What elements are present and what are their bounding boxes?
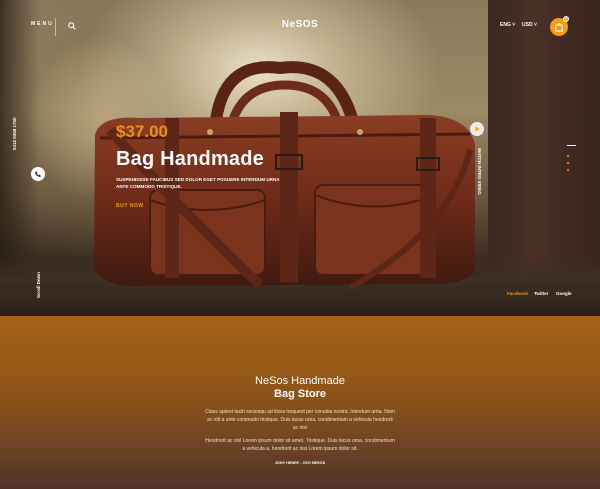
menu-label: MENU — [31, 21, 54, 27]
product-price: $37.00 — [116, 122, 168, 141]
chevron-down-icon: ˅ — [533, 22, 537, 28]
buy-now-button[interactable]: BUY NOW — [116, 203, 144, 209]
phone-number[interactable]: 0412 6368 1760 — [12, 117, 17, 150]
social-facebook[interactable]: Facebook — [507, 291, 528, 296]
scroll-down-link[interactable]: Scroll Down — [36, 272, 41, 298]
language-select[interactable]: ENG ˅ — [500, 22, 515, 28]
about-paragraph-2: Hendrerit ac nisi Lorem ipsum dolor sit … — [205, 438, 395, 452]
about-signature: JONY HENRY - CEO NESOS — [274, 461, 326, 465]
play-video-button[interactable] — [470, 122, 484, 136]
about-title-line1: NeSos Handmade — [255, 375, 345, 387]
currency-value: USD — [522, 22, 533, 28]
slider-dot[interactable] — [567, 155, 569, 157]
product-description: Suspendisse faucibus sed dolor eget posu… — [116, 177, 280, 189]
menu-button[interactable]: MENU — [31, 21, 52, 35]
slider-active-indicator[interactable] — [567, 145, 576, 146]
cart-count-badge: 0 — [563, 16, 569, 22]
site-logo[interactable]: NeSOS — [270, 19, 330, 30]
header-divider — [55, 18, 56, 36]
watch-intro-video[interactable]: WATCH INTRO VIDEO — [477, 148, 482, 195]
phone-icon — [35, 171, 41, 177]
social-twitter[interactable]: Twitter — [534, 291, 548, 296]
currency-select[interactable]: USD ˅ — [522, 22, 537, 28]
about-paragraph-1: Class aptent taciti sociosqu ad litora t… — [205, 409, 395, 431]
language-value: ENG — [500, 22, 511, 28]
product-title: Bag Handmade — [116, 148, 264, 170]
about-title-line2: Bag Store — [274, 388, 326, 400]
social-google[interactable]: Google — [556, 291, 572, 296]
hero-section: MENU NeSOS ENG ˅ USD ˅ 0 $37.00 Bag Hand… — [0, 0, 600, 316]
play-icon — [475, 126, 480, 132]
phone-button[interactable] — [31, 167, 45, 181]
slider-dot[interactable] — [567, 169, 569, 171]
search-icon[interactable] — [68, 22, 76, 30]
chevron-down-icon: ˅ — [512, 22, 516, 28]
slider-dot[interactable] — [567, 162, 569, 164]
